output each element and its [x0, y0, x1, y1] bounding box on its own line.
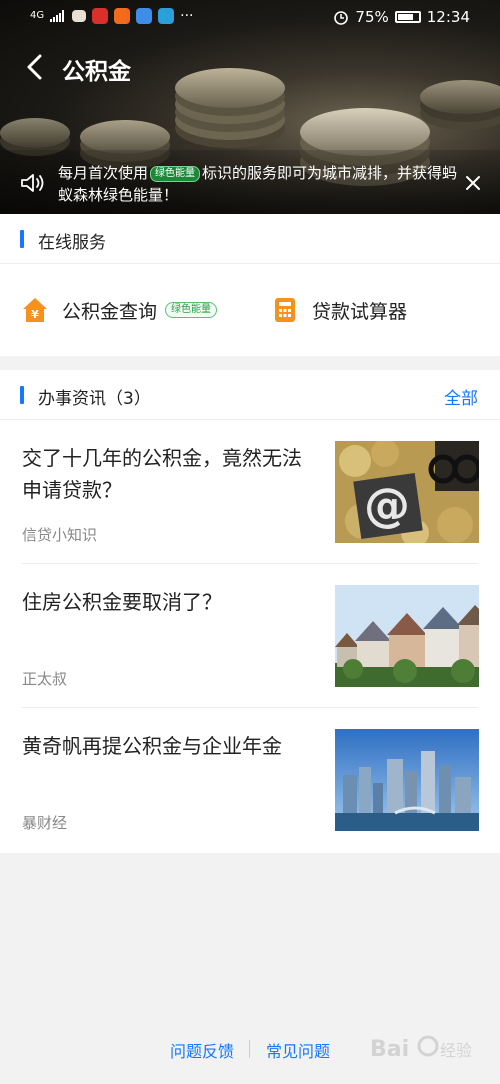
section-title: 在线服务	[38, 233, 106, 253]
news-item[interactable]: 交了十几年的公积金，竟然无法申请贷款？ 信贷小知识 @	[0, 420, 500, 564]
app-notification-icon	[136, 8, 153, 24]
battery-icon	[394, 11, 421, 23]
view-all-link[interactable]: 全部	[444, 384, 478, 409]
news-source: 信贷小知识	[22, 526, 98, 544]
service-loan-calculator[interactable]: 贷款试算器	[272, 294, 407, 326]
news-section: 办事资讯（3） 全部 交了十几年的公积金，竟然无法申请贷款？ 信贷小知识 @ 住…	[0, 370, 500, 853]
faq-link[interactable]: 常见问题	[266, 1038, 330, 1062]
app-notification-icon	[158, 8, 175, 24]
svg-text:经验: 经验	[440, 1041, 472, 1060]
divider	[249, 1040, 250, 1058]
clock: 12:34	[426, 8, 470, 26]
service-fund-query[interactable]: ¥ 公积金查询 绿色能量	[22, 294, 218, 326]
section-accent-bar	[20, 386, 24, 404]
service-label: 贷款试算器	[312, 300, 408, 323]
speaker-icon	[21, 174, 44, 192]
battery-percent: 75%	[355, 8, 389, 26]
status-bar: 4G ··· 75% 12:34	[0, 0, 500, 36]
green-energy-notice: 每月首次使用 绿色能量 标识的服务即可为城市减排，并获得蚂蚁森林绿色能量！	[0, 160, 500, 208]
section-title: 办事资讯（3）	[38, 389, 151, 409]
section-header: 在线服务	[0, 214, 500, 264]
app-notification-icon	[72, 10, 87, 22]
coin-stack-image	[80, 120, 170, 154]
green-energy-badge: 绿色能量	[150, 166, 201, 182]
alarm-icon	[334, 11, 349, 25]
news-thumbnail	[335, 729, 479, 831]
news-source: 暴财经	[22, 814, 68, 832]
page-title: 公积金	[62, 59, 131, 85]
watermark-logo-icon: Bai 经验	[370, 1035, 472, 1062]
feedback-link[interactable]: 问题反馈	[170, 1038, 234, 1062]
news-item[interactable]: 住房公积金要取消了？ 正太叔	[0, 564, 500, 708]
coin-stack-image	[0, 118, 70, 148]
news-item[interactable]: 黄奇帆再提公积金与企业年金 暴财经	[0, 708, 500, 852]
house-yen-icon: ¥	[23, 298, 47, 322]
service-label: 公积金查询	[62, 300, 158, 323]
news-thumbnail	[335, 585, 479, 687]
svg-text:¥: ¥	[31, 308, 39, 321]
network-label: 4G	[30, 10, 45, 21]
news-title: 交了十几年的公积金，竟然无法申请贷款？	[22, 446, 302, 502]
calculator-icon	[275, 298, 295, 322]
section-header: 办事资讯（3） 全部	[0, 370, 500, 420]
notice-text: 每月首次使用 绿色能量 标识的服务即可为城市减排，并获得蚂蚁森林绿色能量！	[58, 162, 458, 206]
news-title: 住房公积金要取消了？	[22, 590, 222, 614]
news-title: 黄奇帆再提公积金与企业年金	[22, 734, 282, 758]
svg-text:@: @	[364, 478, 410, 532]
app-notification-icon	[114, 8, 131, 24]
svg-text:Bai: Bai	[370, 1037, 409, 1062]
more-notifications: ···	[180, 8, 194, 24]
signal-icon	[50, 10, 65, 22]
online-services-section: 在线服务 ¥ 公积金查询 绿色能量 贷款试算器	[0, 214, 500, 356]
header-banner: 4G ··· 75% 12:34 公积金 每月首次使用 绿色能量 标识的服务即可…	[0, 0, 500, 214]
coin-stack-image	[300, 108, 430, 156]
services-row: ¥ 公积金查询 绿色能量 贷款试算器	[0, 264, 500, 356]
section-accent-bar	[20, 230, 24, 248]
news-source: 正太叔	[22, 670, 68, 688]
app-notification-icon	[92, 8, 109, 24]
green-energy-badge: 绿色能量	[165, 302, 218, 318]
notice-text-before: 每月首次使用	[58, 164, 149, 182]
close-icon[interactable]	[464, 174, 482, 192]
news-thumbnail: @	[335, 441, 479, 543]
chevron-left-icon[interactable]	[22, 52, 52, 82]
nav-bar: 公积金	[0, 46, 500, 90]
